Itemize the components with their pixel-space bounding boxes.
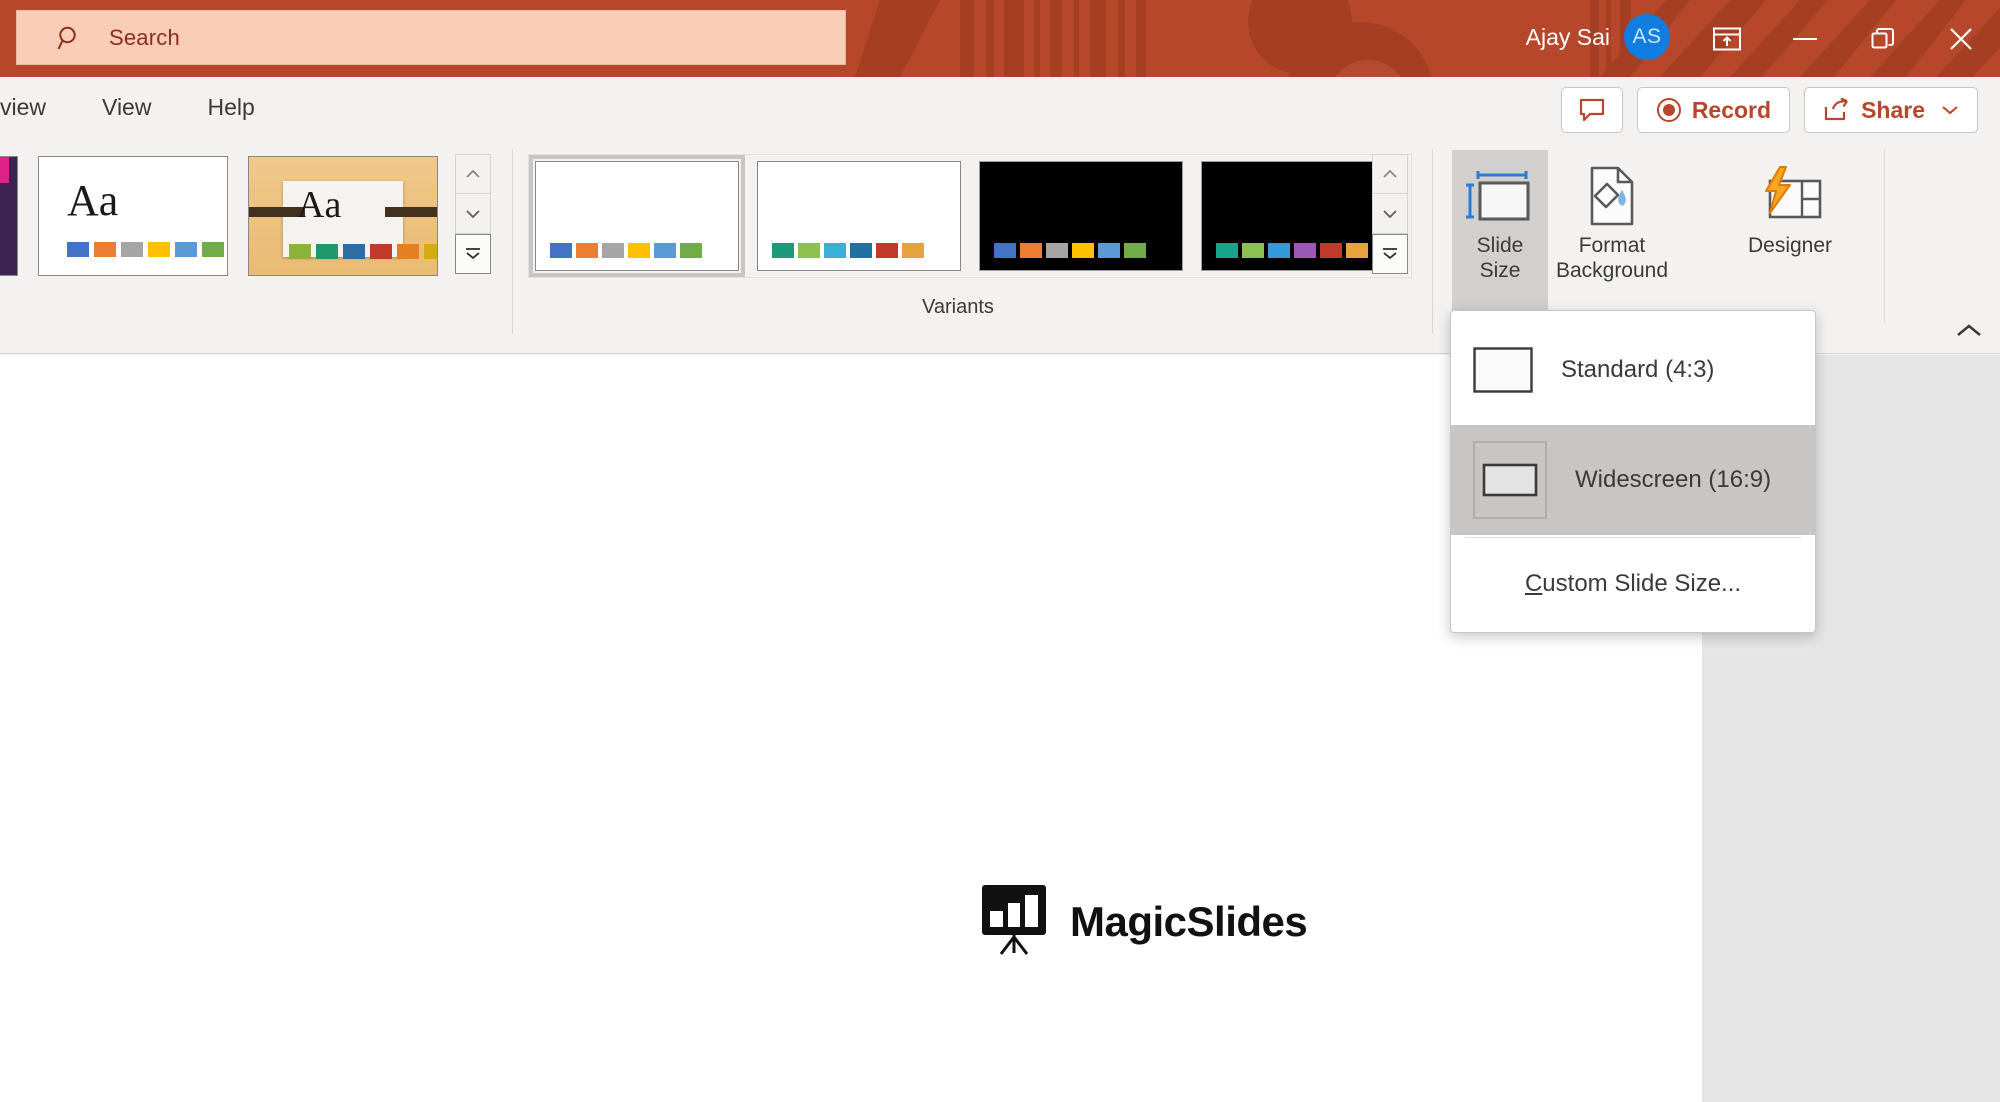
magicslides-wordmark: MagicSlides bbox=[1070, 897, 1308, 945]
variant-thumbnail[interactable] bbox=[979, 161, 1183, 271]
tab-label: view bbox=[0, 94, 47, 120]
variant-thumbnail[interactable] bbox=[757, 161, 961, 271]
ribbon-display-options-icon[interactable] bbox=[1688, 0, 1766, 77]
restore-icon[interactable] bbox=[1844, 0, 1922, 77]
comments-button[interactable] bbox=[1560, 87, 1623, 133]
theme-swatches bbox=[67, 242, 224, 257]
variant-swatches bbox=[772, 243, 924, 258]
variants-gallery bbox=[528, 154, 1412, 278]
window-controls bbox=[1688, 0, 2000, 77]
tab-label: View bbox=[102, 94, 152, 120]
tab-review[interactable]: view bbox=[0, 77, 74, 138]
record-icon bbox=[1656, 97, 1682, 123]
theme-swatches bbox=[289, 244, 437, 259]
themes-gallery: Aa Aa bbox=[0, 156, 438, 284]
search-placeholder: Search bbox=[109, 24, 180, 50]
menu-separator bbox=[1465, 537, 1801, 538]
chevron-down-icon[interactable] bbox=[1372, 194, 1408, 234]
menu-item-label: Standard (4:3) bbox=[1561, 356, 1715, 383]
variant-swatches bbox=[1216, 243, 1368, 258]
record-label: Record bbox=[1691, 96, 1772, 123]
chevron-up-icon[interactable] bbox=[455, 154, 491, 194]
share-icon bbox=[1823, 98, 1851, 122]
account-name: Ajay Sai bbox=[1525, 23, 1610, 50]
menu-item-label: Widescreen (16:9) bbox=[1575, 466, 1772, 493]
gallery-more-icon[interactable] bbox=[1372, 234, 1408, 274]
share-button[interactable]: Share bbox=[1804, 87, 1978, 133]
magicslides-easel-icon bbox=[980, 883, 1048, 960]
theme-bar-right bbox=[385, 207, 437, 217]
avatar[interactable]: AS bbox=[1624, 14, 1670, 60]
chevron-down-icon[interactable] bbox=[455, 194, 491, 234]
powerpoint-window: Search Ajay Sai AS view View Help Record… bbox=[0, 0, 2000, 1102]
slide-surface[interactable]: MagicSlides ssional Presentations n Seco… bbox=[0, 355, 1702, 1102]
search-icon bbox=[57, 25, 83, 51]
theme-thumbnail-office[interactable]: Aa bbox=[38, 156, 228, 276]
title-bar: Search Ajay Sai AS bbox=[0, 0, 2000, 77]
search-input[interactable]: Search bbox=[16, 10, 846, 65]
menu-item-widescreen[interactable]: Widescreen (16:9) bbox=[1451, 425, 1815, 535]
designer-icon bbox=[1756, 158, 1824, 234]
theme-thumbnail-woodtype[interactable]: Aa bbox=[248, 156, 438, 276]
slide-size-label: Slide Size bbox=[1476, 234, 1524, 282]
share-label: Share bbox=[1861, 96, 1925, 123]
chevron-up-icon[interactable] bbox=[1372, 154, 1408, 194]
slide-widescreen-icon bbox=[1473, 441, 1547, 519]
designer-button[interactable]: Designer bbox=[1726, 150, 1854, 259]
slide-standard-icon bbox=[1473, 347, 1533, 393]
format-background-icon bbox=[1582, 158, 1642, 234]
menu-item-standard[interactable]: Standard (4:3) bbox=[1451, 315, 1815, 425]
theme-sample-text: Aa bbox=[67, 176, 119, 225]
tab-help[interactable]: Help bbox=[179, 77, 282, 138]
theme-sample-text: Aa bbox=[297, 184, 342, 226]
chevron-down-icon[interactable] bbox=[1941, 104, 1959, 116]
ribbon-actions: Record Share bbox=[1560, 87, 1978, 133]
menu-item-label: ustom Slide Size... bbox=[1542, 570, 1742, 597]
variants-group-label: Variants bbox=[922, 296, 994, 318]
account-area[interactable]: Ajay Sai AS bbox=[1526, 14, 1670, 60]
themes-gallery-scrollbar[interactable] bbox=[455, 154, 491, 274]
close-icon[interactable] bbox=[1922, 0, 2000, 77]
record-button[interactable]: Record bbox=[1636, 87, 1791, 133]
ribbon-tab-row: view View Help Record Share bbox=[0, 77, 2000, 138]
variant-swatches bbox=[550, 243, 702, 258]
ribbon-tabs: view View Help bbox=[0, 77, 283, 138]
minimize-icon[interactable] bbox=[1766, 0, 1844, 77]
theme-thumbnail[interactable] bbox=[0, 156, 18, 276]
variant-swatches bbox=[994, 243, 1146, 258]
menu-item-accel: C bbox=[1524, 570, 1543, 597]
magicslides-watermark: MagicSlides bbox=[980, 883, 1308, 960]
tab-label: Help bbox=[207, 94, 255, 120]
slide-size-icon bbox=[1464, 158, 1536, 234]
variants-gallery-scrollbar[interactable] bbox=[1372, 154, 1408, 274]
gallery-more-icon[interactable] bbox=[455, 234, 491, 274]
format-background-label: Format Background bbox=[1555, 234, 1669, 282]
collapse-ribbon-button[interactable] bbox=[1954, 322, 1984, 345]
designer-group: Designer er bbox=[1726, 150, 1854, 330]
slide-size-dropdown-menu: Standard (4:3) Widescreen (16:9) Custom … bbox=[1450, 310, 1816, 633]
chevron-up-icon bbox=[1954, 324, 1984, 344]
tab-view[interactable]: View bbox=[74, 77, 179, 138]
variant-thumbnail[interactable] bbox=[529, 155, 745, 277]
comment-icon bbox=[1579, 98, 1605, 122]
designer-label: Designer bbox=[1747, 234, 1833, 257]
menu-item-custom-slide-size[interactable]: Custom Slide Size... bbox=[1451, 540, 1815, 628]
